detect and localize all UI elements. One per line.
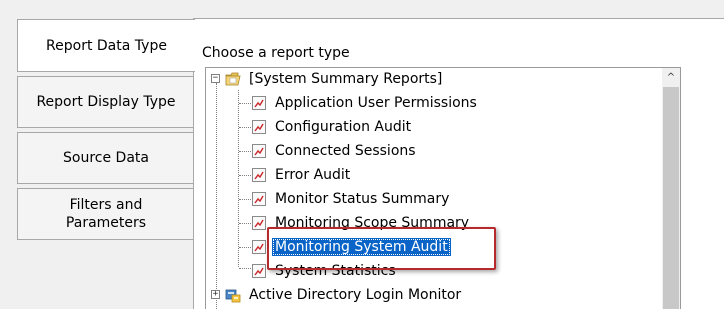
- report-icon: [252, 264, 266, 278]
- active-directory-icon: [225, 287, 241, 303]
- tab-label: Source Data: [63, 150, 149, 166]
- tab-report-data-type[interactable]: Report Data Type: [17, 19, 195, 72]
- report-icon: [252, 240, 266, 254]
- tree-item-label: Connected Sessions: [275, 143, 416, 159]
- tree-item-label: Application User Permissions: [275, 95, 477, 111]
- tree-item-error-audit[interactable]: Error Audit: [252, 164, 353, 186]
- tree-item-label: Monitoring Scope Summary: [275, 215, 470, 231]
- tree-item-monitor-status-summary[interactable]: Monitor Status Summary: [252, 188, 452, 210]
- tree-line: [239, 175, 253, 176]
- tree-line: [239, 223, 253, 224]
- tree-item-label: Monitor Status Summary: [275, 191, 450, 207]
- tree-line: [239, 199, 253, 200]
- report-icon: [252, 216, 266, 230]
- report-icon: [252, 120, 266, 134]
- panel-title: Choose a report type: [202, 45, 350, 61]
- tab-label: Filters and Parameters: [65, 197, 147, 231]
- tree-line: [239, 151, 253, 152]
- tree-item-monitoring-scope-summary[interactable]: Monitoring Scope Summary: [252, 212, 472, 234]
- tree-item-system-statistics[interactable]: System Statistics: [252, 260, 399, 282]
- tab-label: Report Data Type: [46, 37, 167, 54]
- tree-group-system-summary[interactable]: [System Summary Reports]: [225, 68, 445, 90]
- tab-report-display-type[interactable]: Report Display Type: [17, 76, 194, 128]
- tree-line: [216, 83, 217, 309]
- tree-item-label: Error Audit: [275, 167, 351, 183]
- report-icon: [252, 168, 266, 182]
- tree-line: [239, 103, 253, 104]
- report-icon: [252, 96, 266, 110]
- tree-item-application-user-permissions[interactable]: Application User Permissions: [252, 92, 480, 114]
- scroll-up-icon[interactable]: ^: [662, 68, 680, 86]
- tree-item-label: System Statistics: [275, 263, 396, 279]
- tree-group-label: [System Summary Reports]: [249, 71, 443, 87]
- tree-line: [239, 127, 253, 128]
- tree-group-active-directory-login-monitor[interactable]: Active Directory Login Monitor: [225, 284, 464, 306]
- collapse-icon[interactable]: −: [211, 74, 220, 83]
- tree-group-label: Active Directory Login Monitor: [249, 287, 462, 303]
- tab-filters-and-parameters[interactable]: Filters and Parameters: [17, 188, 194, 240]
- content-panel: Choose a report type − [System Summary R…: [193, 18, 724, 309]
- folder-icon: [225, 72, 241, 86]
- report-wizard: Report Data Type Report Display Type Sou…: [0, 0, 724, 309]
- tree-line: [239, 268, 253, 269]
- expand-icon[interactable]: +: [211, 290, 220, 299]
- tree-item-monitoring-system-audit[interactable]: Monitoring System Audit: [252, 236, 451, 258]
- tab-label: Report Display Type: [36, 94, 176, 110]
- scroll-thumb[interactable]: [663, 87, 679, 309]
- tree-line: [239, 247, 253, 248]
- tree-item-label: Monitoring System Audit: [272, 238, 451, 256]
- tree-item-configuration-audit[interactable]: Configuration Audit: [252, 116, 414, 138]
- vertical-scrollbar[interactable]: ^: [662, 68, 680, 309]
- tab-source-data[interactable]: Source Data: [17, 132, 194, 184]
- report-icon: [252, 192, 266, 206]
- tree-item-label: Configuration Audit: [275, 119, 412, 135]
- report-type-tree[interactable]: − [System Summary Reports] Application U…: [205, 67, 681, 309]
- tree-item-connected-sessions[interactable]: Connected Sessions: [252, 140, 419, 162]
- tree-line: [238, 90, 239, 267]
- report-icon: [252, 144, 266, 158]
